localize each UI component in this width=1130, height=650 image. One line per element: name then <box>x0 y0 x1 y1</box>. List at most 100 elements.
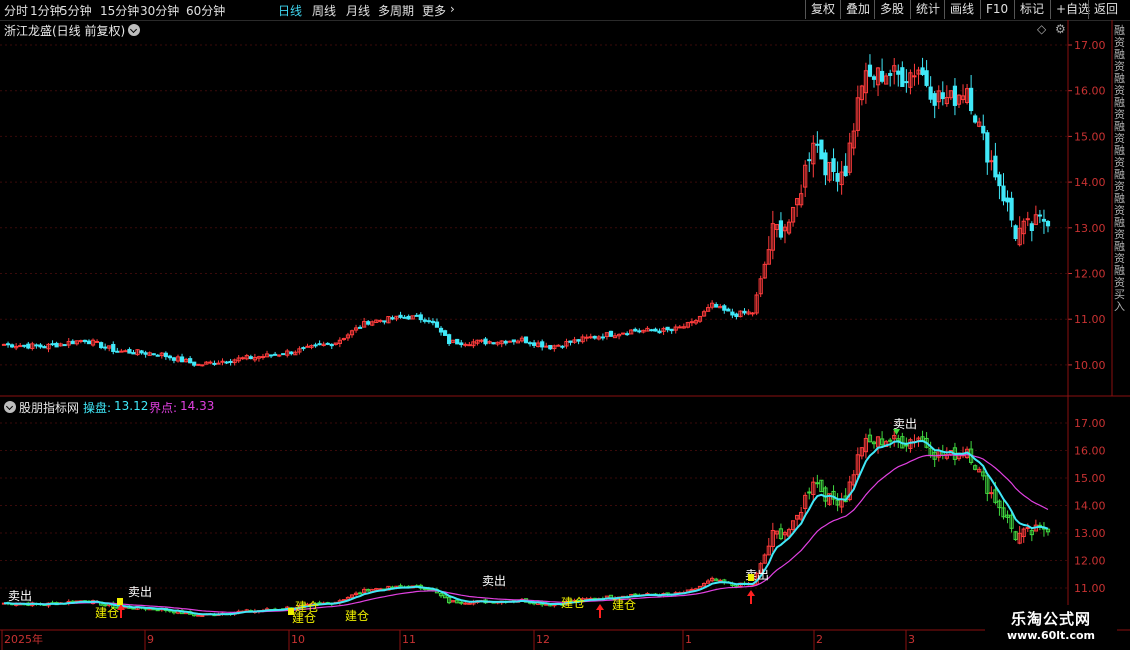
diamond-icon[interactable]: ◇ <box>1037 22 1046 36</box>
signal-label: 建仓 <box>95 606 119 620</box>
ind-candle-body <box>268 608 274 611</box>
main-candle-body <box>843 165 848 177</box>
right-edge-char: 融 <box>1114 168 1125 181</box>
main-candle-body <box>1005 197 1010 203</box>
timeframe-tab-9[interactable]: 多周期 <box>378 2 414 19</box>
main-candle-body <box>232 359 237 364</box>
timeframe-tab-8[interactable]: 月线 <box>346 2 370 19</box>
ind-candle-body <box>289 607 294 610</box>
main-candle-body <box>985 132 990 163</box>
ind-candle-body <box>155 609 160 612</box>
ind-candle-body <box>483 599 488 604</box>
timeframe-tab-10[interactable]: 更多 <box>422 2 446 19</box>
timeframe-tab-0[interactable]: 分时 <box>4 2 28 19</box>
ind-candle-body <box>815 482 820 485</box>
ind-price-tick: 13.00 <box>1074 527 1106 540</box>
main-candle-body <box>14 345 19 349</box>
ind-candle-body <box>596 598 601 601</box>
line1-label: 操盘: <box>83 401 112 415</box>
ind-candle-body <box>66 600 71 605</box>
right-edge-char: 资 <box>1114 132 1125 145</box>
timeframe-tab-6[interactable]: 日线 <box>278 2 302 19</box>
timeframe-tab-1[interactable]: 1分钟 <box>30 2 62 19</box>
ind-candle-body <box>859 447 864 457</box>
toolbar-button-3[interactable]: 统计 <box>910 0 945 19</box>
ind-candle-body <box>722 579 727 584</box>
ind-candle-body <box>944 454 949 459</box>
ind-candle-body <box>107 603 112 606</box>
main-candle-body <box>204 361 209 365</box>
ind-candle-body <box>730 583 735 586</box>
timeframe-tab-4[interactable]: 30分钟 <box>140 2 179 19</box>
main-candle-body <box>192 361 197 366</box>
main-candle-body <box>960 95 966 101</box>
toolbar-button-6[interactable]: 标记 <box>1014 0 1049 19</box>
ind-candle-body <box>726 581 731 584</box>
ind-candle-body <box>370 589 375 593</box>
title-dropdown-icon[interactable] <box>128 24 140 36</box>
ind-candle-body <box>835 499 840 506</box>
main-candle-body <box>212 362 217 365</box>
signal-label: 卖出 <box>8 589 32 603</box>
ind-candle-body <box>99 601 104 606</box>
main-price-tick: 15.00 <box>1074 130 1106 143</box>
watermark-title: 乐淘公式网 <box>1010 610 1091 628</box>
main-candle-body <box>273 353 278 356</box>
stock-title: 浙江龙盛(日线 前复权) <box>4 24 126 38</box>
toolbar-button-1[interactable]: 叠加 <box>840 0 875 19</box>
signal-marker <box>748 574 754 581</box>
ind-candle-body <box>912 441 917 444</box>
main-candle-body <box>26 343 31 349</box>
main-candle-body <box>511 339 516 343</box>
main-candle-body <box>596 336 601 340</box>
main-candle-body <box>119 350 124 353</box>
main-candle-body <box>924 70 929 86</box>
main-candle-body <box>495 341 500 345</box>
toolbar-button-8[interactable]: 返回 <box>1088 0 1123 19</box>
ind-candle-body <box>426 588 431 591</box>
sell-arrow-icon <box>893 429 900 435</box>
ind-candle-body <box>188 611 193 615</box>
timeframe-tab-7[interactable]: 周线 <box>312 2 336 19</box>
main-candle-body <box>337 339 342 345</box>
settings-icon[interactable]: ⚙ <box>1055 22 1066 36</box>
main-candle-body <box>1033 214 1038 226</box>
main-candle-body <box>155 354 160 357</box>
main-candle-body <box>455 338 460 345</box>
toolbar-button-4[interactable]: 画线 <box>944 0 979 19</box>
main-candle-body <box>552 345 557 350</box>
ind-candle-body <box>673 592 678 596</box>
main-candle-body <box>641 329 646 333</box>
timeframe-tab-2[interactable]: 5分钟 <box>60 2 92 19</box>
main-candle-body <box>228 360 233 363</box>
ind-candle-body <box>536 601 541 605</box>
main-candle-body <box>795 198 800 206</box>
toolbar-button-0[interactable]: 复权 <box>805 0 840 19</box>
timeframe-tab-5[interactable]: 60分钟 <box>186 2 225 19</box>
timeframe-tab-3[interactable]: 15分钟 <box>100 2 139 19</box>
ind-candle-body <box>665 592 670 595</box>
ind-candle-body <box>641 594 646 597</box>
more-chevron-icon[interactable]: › <box>450 2 455 16</box>
ind-candle-body <box>888 439 893 442</box>
main-candle-body <box>70 340 75 345</box>
main-candle-body <box>135 349 140 356</box>
ind-candle-body <box>855 454 860 475</box>
main-candle-body <box>746 311 751 315</box>
main-candle-body <box>531 342 537 346</box>
ind-candle-body <box>750 583 755 586</box>
ind-candle-body <box>386 585 391 591</box>
ind-candle-body <box>908 439 913 449</box>
toolbar-button-5[interactable]: F10 <box>980 0 1013 19</box>
main-candle-body <box>730 311 735 316</box>
indicator-dropdown-icon[interactable] <box>4 401 16 413</box>
ind-candle-body <box>22 603 27 606</box>
main-candle-body <box>163 352 168 358</box>
ind-candle-body <box>277 609 282 612</box>
main-candle-body <box>171 357 177 361</box>
toolbar-button-2[interactable]: 多股 <box>874 0 909 19</box>
main-candle-body <box>22 344 27 347</box>
main-candle-body <box>734 313 739 318</box>
main-candle-body <box>370 321 375 326</box>
line1-curve <box>3 439 1049 616</box>
